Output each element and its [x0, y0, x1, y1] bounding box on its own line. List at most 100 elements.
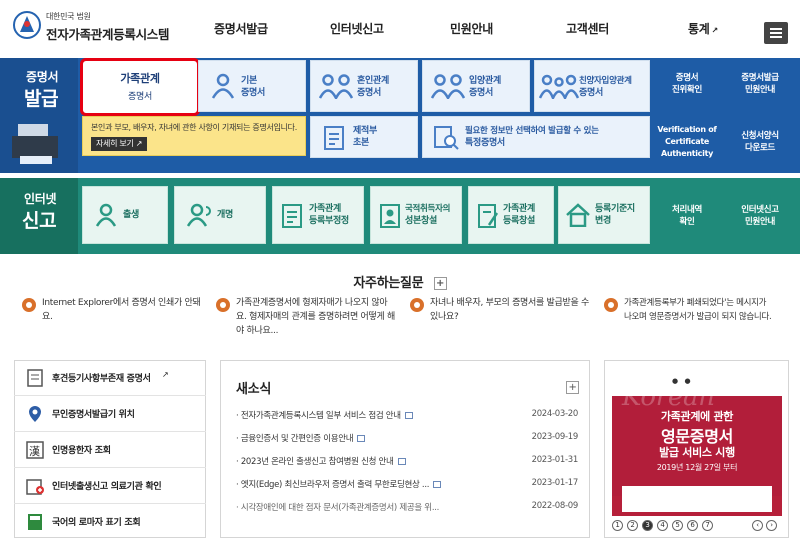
link-line: 증명서: [675, 73, 699, 83]
tile-label: 필요한 정보만 선택하여 발급할 수 있는: [465, 126, 599, 136]
quick-link-romanization[interactable]: 국어의 로마자 표기 조회: [14, 504, 206, 540]
tile-label: 개명: [217, 210, 233, 220]
nav-internet-report[interactable]: 인터넷신고: [330, 20, 384, 37]
report-guide-link[interactable]: 인터넷신고 민원안내: [722, 204, 798, 228]
banner-next-icon[interactable]: ›: [766, 520, 777, 531]
nav-statistics[interactable]: 통계 ↗: [688, 20, 718, 37]
banner-page-1[interactable]: 1: [612, 520, 623, 531]
faq-item-3[interactable]: 자녀나 배우자, 부모의 증명서를 발급받을 수있나요?: [430, 296, 600, 324]
svg-text:漢: 漢: [29, 445, 40, 458]
house-icon: [566, 203, 590, 227]
news-item[interactable]: · 금융인증서 및 간편인증 이용안내 2023-09-19: [236, 432, 578, 448]
tile-label: 국적취득자의: [405, 204, 451, 214]
verification-english-link[interactable]: Verification of Certificate Authenticity: [654, 124, 720, 160]
logo-title[interactable]: 전자가족관계등록시스템: [46, 24, 170, 43]
new-window-icon: [404, 412, 413, 419]
checklist-icon: [282, 204, 302, 228]
hospital-icon: [26, 479, 44, 495]
cert-title-line2: 발급: [24, 88, 59, 110]
tile-label: 변경: [595, 216, 611, 226]
news-item[interactable]: · 전자가족관계등록시스템 일부 서비스 점검 안내 2024-03-20: [236, 409, 578, 425]
quick-link-label: 무인증명서발급기 위치: [52, 410, 135, 420]
report-status-check-link[interactable]: 처리내역 확인: [654, 204, 720, 228]
news-date: 2022-08-09: [531, 501, 579, 511]
link-line: Certificate: [664, 137, 710, 146]
banner-page-5[interactable]: 5: [672, 520, 683, 531]
faq-item-2[interactable]: 가족관계증명서에 형제자매가 나오지 않아 요. 형제자매의 관계를 증명하려면 …: [236, 296, 412, 338]
id-card-icon: [380, 204, 400, 228]
banner-page-3-active[interactable]: 3: [642, 520, 653, 531]
banner-line3: 발급 서비스 시행: [659, 446, 735, 459]
report-tile-birth[interactable]: 출생: [82, 186, 168, 244]
banner-date: 2019년 12월 27일 부터: [656, 463, 738, 472]
tile-label: 특정증명서: [465, 138, 505, 148]
family-icon: [539, 74, 579, 99]
news-item[interactable]: · 엣지(Edge) 최신브라우저 증명서 출력 무한로딩현상 ... 2023-…: [236, 478, 578, 494]
report-tile-domicile-change[interactable]: 등록기준지 변경: [558, 186, 650, 244]
news-date: 2023-09-19: [531, 432, 579, 442]
link-line: Authenticity: [660, 149, 714, 158]
nav-customer-center[interactable]: 고객센터: [566, 20, 609, 37]
english-cert-banner[interactable]: ● ● Korean 가족관계에 관한 영문증명서 발급 서비스 시행 2019…: [612, 368, 782, 516]
court-logo-icon[interactable]: [12, 10, 42, 40]
news-more-button[interactable]: +: [566, 381, 579, 394]
quick-link-guardianship[interactable]: 후견등기사항부존재 증명서 ↗: [14, 360, 206, 396]
report-tile-surname-origin[interactable]: 국적취득자의 성본창설: [370, 186, 462, 244]
form-download-link[interactable]: 신청서양식 다운로드: [722, 130, 798, 154]
link-line: 민원안내: [744, 85, 776, 95]
tile-specific-cert[interactable]: 필요한 정보만 선택하여 발급할 수 있는 특정증명서: [422, 116, 650, 158]
faq-line: 있나요?: [430, 312, 459, 322]
report-tile-register-correction[interactable]: 가족관계 등록부정정: [272, 186, 364, 244]
banner-page-6[interactable]: 6: [687, 520, 698, 531]
report-tile-name-change[interactable]: 개명: [174, 186, 266, 244]
faq-more-button[interactable]: +: [433, 277, 447, 290]
quick-link-birth-hospital[interactable]: 인터넷출생신고 의료기관 확인: [14, 468, 206, 504]
logo-org: 대한민국 법원: [46, 12, 91, 21]
quick-link-kiosk-location[interactable]: 무인증명서발급기 위치: [14, 396, 206, 432]
banner-samples: [622, 486, 772, 512]
tile-family-relation-cert[interactable]: 가족관계 증명서: [80, 58, 200, 116]
news-title: 금융인증서 및 간편인증 이용안내: [240, 434, 354, 444]
external-link-icon: ↗: [135, 139, 143, 148]
banner-prev-icon[interactable]: ‹: [752, 520, 763, 531]
quick-link-label: 인터넷출생신고 의료기관 확인: [52, 482, 162, 492]
new-window-icon: [433, 481, 442, 488]
faq-icon: [410, 298, 424, 312]
banner-page-7[interactable]: 7: [702, 520, 713, 531]
tile-removed-register-abstract[interactable]: 제적부 초본: [310, 116, 418, 158]
faq-line: Internet Explorer에서 증명서 인쇄가 안돼: [42, 298, 201, 308]
cert-issue-guide-link[interactable]: 증명서발급민원안내: [722, 72, 798, 96]
faq-line: 자녀나 배우자, 부모의 증명서를 발급받을 수: [430, 298, 590, 308]
tile-full-adoption-cert[interactable]: 친양자입양관계 증명서: [534, 60, 650, 112]
cert-authenticity-check-link[interactable]: 증명서 진위확인: [654, 72, 720, 96]
report-tile-register-creation[interactable]: 가족관계 등록창설: [468, 186, 554, 244]
nav-cert-issue[interactable]: 증명서발급: [214, 20, 268, 37]
link-line: 증명서발급: [741, 73, 779, 83]
tile-basic-cert[interactable]: 기본 증명서: [198, 60, 306, 112]
nav-civil-guide[interactable]: 민원안내: [450, 20, 493, 37]
detail-view-button[interactable]: 자세히 보기 ↗: [91, 137, 148, 151]
internet-report-heading: 인터넷 신고: [0, 178, 78, 254]
tile-label: 가족관계: [120, 72, 160, 85]
hamburger-menu-button[interactable]: [764, 22, 788, 44]
tile-label: 기본: [241, 76, 257, 86]
tile-label: 성본창설: [405, 216, 437, 226]
faq-item-4[interactable]: 가족관계등록부가 폐쇄되었다'는 메시지가 나오며 영문증명서가 발급이 되지 않…: [624, 296, 794, 324]
tile-label: 입양관계: [469, 76, 501, 86]
tile-adoption-cert[interactable]: 입양관계 증명서: [422, 60, 530, 112]
tile-label: 등록부정정: [309, 216, 349, 226]
news-item[interactable]: · 시각장애인에 대한 점자 문서(가족관계증명서) 제공을 위... 2022-…: [236, 501, 578, 517]
report-title-line1: 인터넷: [24, 192, 57, 206]
news-item[interactable]: · 2023년 온라인 출생신고 참여병원 신청 안내 2023-01-31: [236, 455, 578, 471]
tile-label: 증명서: [128, 92, 152, 102]
banner-page-2[interactable]: 2: [627, 520, 638, 531]
tile-label: 등록기준지: [595, 204, 635, 214]
banner-page-4[interactable]: 4: [657, 520, 668, 531]
faq-line: 요.: [42, 312, 53, 322]
tile-label: 등록창설: [503, 216, 535, 226]
faq-icon: [216, 298, 230, 312]
faq-item-1[interactable]: Internet Explorer에서 증명서 인쇄가 안돼요.: [42, 296, 212, 324]
tile-marriage-cert[interactable]: 혼인관계 증명서: [310, 60, 418, 112]
quick-link-name-hanja[interactable]: 漢 인명용한자 조회: [14, 432, 206, 468]
faq-line: 요. 형제자매의 관계를 증명하려면 어떻게 해: [236, 312, 396, 322]
